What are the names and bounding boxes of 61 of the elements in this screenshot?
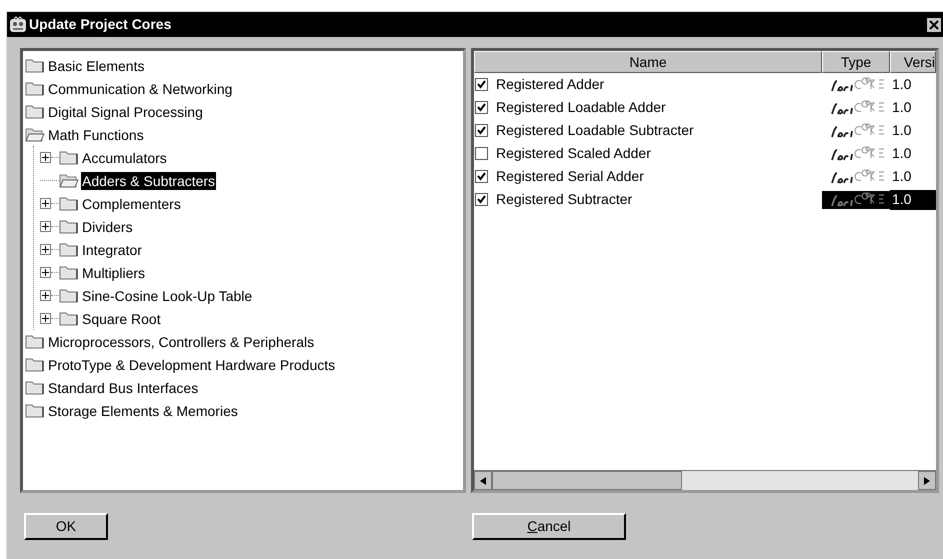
expand-icon[interactable] (40, 267, 51, 278)
tree-item[interactable]: ProtoType & Development Hardware Products (47, 356, 336, 374)
table-cell-text: 1.0 (891, 75, 912, 94)
tree-item[interactable]: Accumulators (81, 148, 168, 166)
app-icon (9, 16, 27, 34)
table-cell-text: 1.0 (891, 121, 912, 140)
expand-icon[interactable] (40, 244, 51, 255)
tree-item[interactable]: Square Root (81, 310, 162, 328)
check-icon (477, 126, 486, 135)
tree-item[interactable]: Storage Elements & Memories (47, 402, 239, 420)
right-arrow-icon (924, 476, 930, 484)
table-cell-text: Registered Loadable Adder (496, 98, 666, 117)
tree-item[interactable]: Multipliers (81, 264, 146, 282)
expand-icon[interactable] (40, 313, 51, 324)
tree-item[interactable]: Basic Elements (47, 56, 146, 74)
table-cell-text: Registered Scaled Adder (496, 144, 651, 163)
horizontal-scrollbar[interactable] (474, 470, 936, 490)
checkbox[interactable] (475, 170, 488, 183)
tree-item[interactable]: Math Functions (47, 126, 145, 144)
expand-icon[interactable] (40, 152, 51, 163)
table-cell-text: 1.0 (891, 98, 912, 117)
table-cell-text: Registered Adder (496, 75, 604, 94)
expand-icon[interactable] (40, 198, 51, 209)
tree-item[interactable]: Sine-Cosine Look-Up Table (81, 286, 254, 304)
close-button[interactable] (927, 18, 941, 32)
check-icon (477, 80, 486, 89)
tree-item[interactable]: Adders & Subtracters (81, 172, 216, 190)
checkbox[interactable] (475, 124, 488, 137)
table-cell-text: Registered Subtracter (496, 190, 632, 209)
scroll-thumb[interactable] (492, 471, 682, 490)
expand-icon[interactable] (40, 221, 51, 232)
check-icon (477, 172, 486, 181)
tree-item[interactable]: Complementers (81, 194, 182, 212)
check-icon (477, 103, 486, 112)
tree-item[interactable]: Integrator (81, 240, 143, 258)
checkbox[interactable] (475, 147, 488, 160)
scroll-right-button[interactable] (918, 471, 936, 490)
table-cell: 1.0 (890, 190, 936, 210)
checkbox[interactable] (475, 101, 488, 114)
expand-icon[interactable] (40, 290, 51, 301)
tree-item[interactable]: Microprocessors, Controllers & Peripherals (47, 332, 316, 350)
tree-item[interactable]: Dividers (81, 218, 134, 236)
tree-item[interactable]: Digital Signal Processing (47, 102, 204, 120)
column-header[interactable]: Name (474, 51, 822, 73)
tree-item[interactable]: Communication & Networking (47, 80, 234, 98)
checkbox[interactable] (475, 78, 488, 91)
column-header[interactable]: Versi (890, 51, 936, 73)
table-cell-text: Registered Serial Adder (496, 167, 644, 186)
table-cell-text: 1.0 (891, 167, 912, 186)
check-icon (477, 195, 486, 204)
dialog-button[interactable]: Cancel (472, 513, 626, 540)
table-cell-text: 1.0 (891, 144, 912, 163)
scroll-left-button[interactable] (474, 471, 492, 490)
dialog-button[interactable]: OK (24, 513, 108, 540)
window-title: Update Project Cores (29, 15, 172, 34)
column-header[interactable]: Type (822, 51, 890, 73)
checkbox[interactable] (475, 193, 488, 206)
close-icon (929, 20, 939, 30)
left-arrow-icon (480, 476, 486, 484)
table-cell-text: Registered Loadable Subtracter (496, 121, 694, 140)
tree-item[interactable]: Standard Bus Interfaces (47, 378, 200, 396)
